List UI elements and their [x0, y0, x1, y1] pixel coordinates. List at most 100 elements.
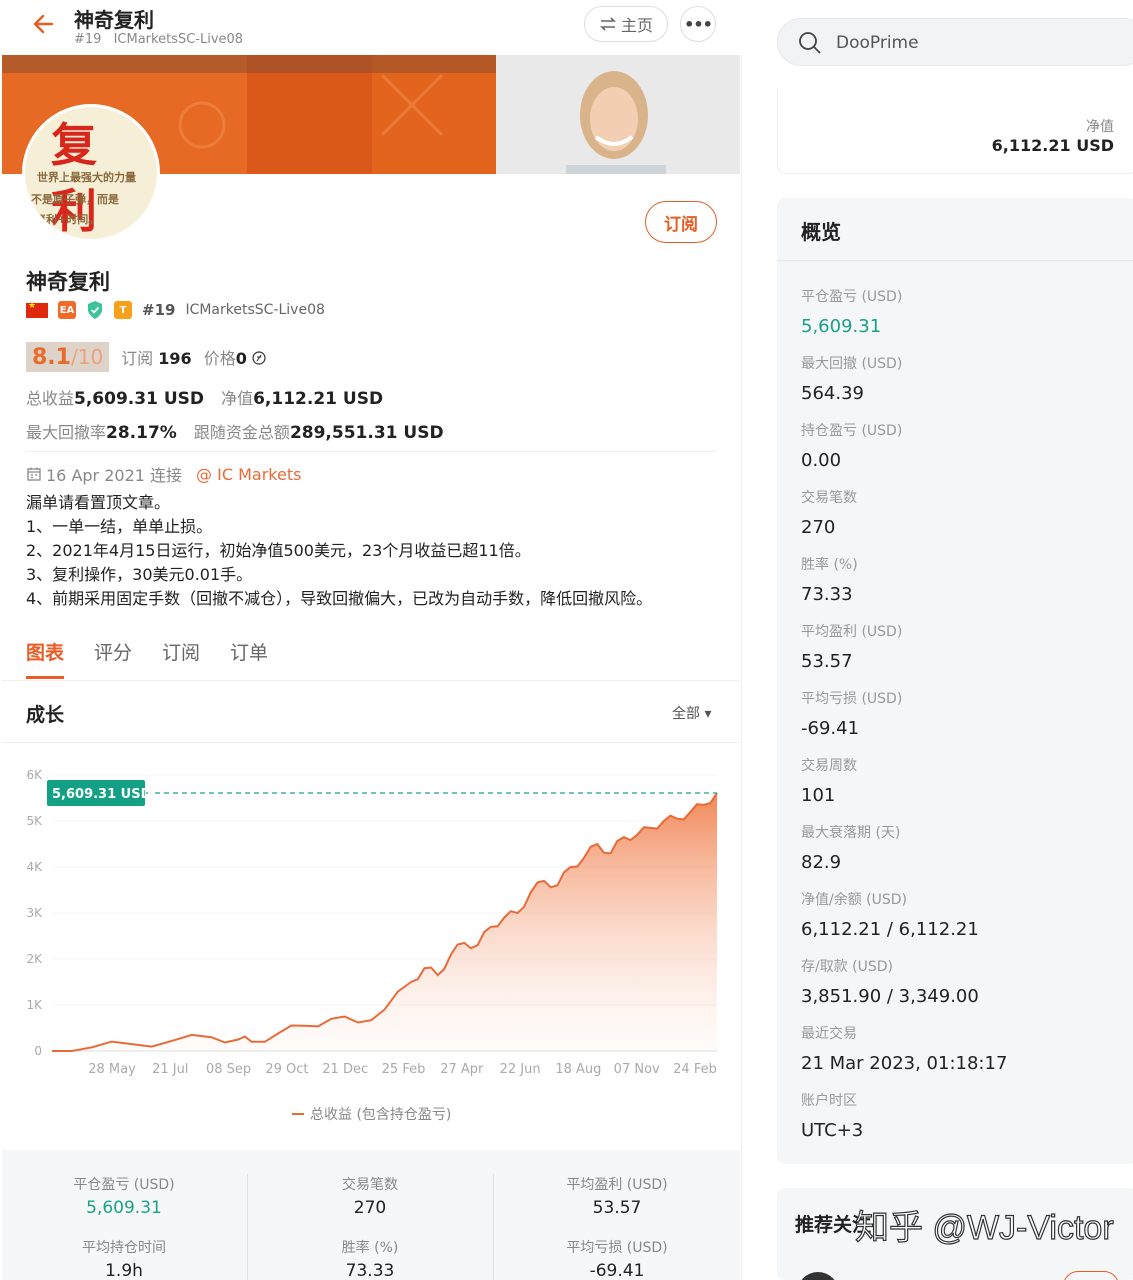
equity-card: 净值 6,112.21 USD — [777, 88, 1133, 174]
back-button[interactable] — [30, 10, 58, 38]
x-tick-label: 25 Feb — [382, 1062, 426, 1077]
tab-subscription[interactable]: 订阅 — [162, 638, 200, 665]
china-flag-icon — [26, 301, 48, 318]
overview-label: 最近交易 — [801, 1026, 857, 1042]
follow-button[interactable] — [1063, 1271, 1119, 1280]
follow-funds-value: 289,551.31 USD — [289, 423, 444, 443]
period-dropdown[interactable]: 全部 ▾ — [672, 703, 711, 723]
overview-item: 平均盈利 (USD) 53.57 — [801, 621, 902, 672]
home-label: 主页 — [620, 16, 653, 35]
overview-item: 平均亏损 (USD) -69.41 — [801, 688, 902, 739]
coin-icon — [252, 351, 266, 365]
header-rank: #19 — [74, 32, 102, 47]
active-tab-indicator — [26, 676, 64, 679]
overview-item: 净值/余额 (USD) 6,112.21 / 6,112.21 — [801, 889, 979, 940]
overview-value: 6,112.21 / 6,112.21 — [801, 919, 979, 940]
overview-label: 最大回撤 (USD) — [801, 356, 903, 372]
overview-value: 564.39 — [801, 383, 864, 404]
broker-link[interactable]: @ IC Markets — [196, 465, 301, 484]
overview-item: 最大衰落期 (天) 82.9 — [801, 822, 900, 873]
growth-title: 成长 — [26, 704, 65, 726]
page-title: 神奇复利 — [74, 8, 154, 32]
equity-value: 6,112.21 USD — [253, 389, 384, 409]
avatar-line: 世界上最强大的力量 — [37, 171, 136, 184]
summary-value: 73.33 — [345, 1261, 395, 1280]
growth-chart: 0 1K 2K 3K 4K 5K 6K 28 May 21 Jul 08 Sep 29 Oct 21… — [26, 768, 718, 1077]
header-server: ICMarketsSC-Live08 — [113, 32, 244, 47]
description-line: 3、复利操作，30美元0.01手。 — [26, 565, 253, 584]
connect-date: 16 Apr 2021 连接 — [46, 466, 183, 485]
total-profit-value: 5,609.31 USD — [74, 389, 204, 409]
overview-item: 最近交易 21 Mar 2023, 01:18:17 — [801, 1023, 1007, 1074]
home-button[interactable]: 主页 — [584, 6, 668, 42]
x-tick-label: 27 Apr — [440, 1062, 484, 1077]
profile-name: 神奇复利 — [26, 270, 110, 294]
overview-value: 82.9 — [801, 852, 842, 873]
profile-rank: #19 — [142, 301, 176, 319]
summary-label: 胜率 (%) — [341, 1240, 399, 1256]
legend-label: 总收益 (包含持仓盈亏) — [310, 1107, 452, 1123]
description-line: 2、2021年4月15日运行，初始净值500美元，23个月收益已超11倍。 — [26, 541, 531, 560]
y-tick-label: 6K — [26, 768, 43, 782]
overview-item: 持仓盈亏 (USD) 0.00 — [801, 420, 902, 471]
score-badge: 8.1 /10 — [26, 342, 110, 372]
overview-label: 净值/余额 (USD) — [801, 892, 908, 908]
subscribe-button[interactable]: 订阅 — [645, 201, 717, 243]
summary-value: 270 — [353, 1198, 387, 1218]
overview-value: UTC+3 — [801, 1120, 864, 1141]
y-tick-label: 0 — [34, 1044, 42, 1058]
overview-label: 交易笔数 — [801, 490, 857, 506]
avatar — [797, 1272, 839, 1280]
chart-legend[interactable]: 总收益 (包含持仓盈亏) — [292, 1104, 451, 1124]
equity-card-label: 净值 — [1086, 119, 1114, 135]
y-tick-label: 5K — [26, 814, 43, 828]
summary-trades: 交易笔数 270 — [270, 1174, 470, 1218]
tab-bar: 图表 评分 订阅 订单 — [26, 638, 268, 665]
tab-rating[interactable]: 评分 — [94, 638, 132, 665]
x-tick-label: 24 Feb — [673, 1062, 717, 1077]
y-axis: 0 1K 2K 3K 4K 5K 6K — [26, 768, 43, 1058]
avatar: 复利 世界上最强大的力量 不是原子弹，而是 复利+时间。 — [22, 104, 160, 242]
y-tick-label: 3K — [26, 906, 43, 920]
summary-panel: 平仓盈亏 (USD) 5,609.31 交易笔数 270 平均盈利 (USD) … — [2, 1150, 740, 1280]
overview-item: 交易周数 101 — [801, 755, 857, 806]
drawdown-funds-line: 最大回撤率28.17% 跟随资金总额289,551.31 USD — [26, 419, 444, 443]
overview-item: 平仓盈亏 (USD) 5,609.31 — [801, 286, 902, 337]
verified-shield-icon — [88, 301, 102, 319]
price-label: 价格 — [203, 349, 236, 368]
divider — [493, 1174, 494, 1280]
summary-avg-hold: 平均持仓时间 1.9h — [24, 1237, 224, 1280]
search-icon — [799, 32, 821, 54]
profile-server: ICMarketsSC-Live08 — [185, 302, 325, 318]
equity-card-value: 6,112.21 USD — [991, 136, 1114, 155]
x-tick-label: 21 Dec — [322, 1062, 368, 1077]
summary-value: 5,609.31 — [86, 1198, 162, 1218]
overview-label: 最大衰落期 (天) — [801, 825, 901, 841]
more-options-button[interactable]: ••• — [680, 6, 716, 42]
current-value-label: 5,609.31 USD — [52, 787, 152, 802]
t-badge: T — [114, 301, 132, 319]
summary-value: 53.57 — [592, 1198, 642, 1218]
summary-label: 交易笔数 — [342, 1177, 398, 1193]
summary-avg-loss: 平均亏损 (USD) -69.41 — [517, 1237, 717, 1280]
legend-swatch — [292, 1113, 304, 1115]
overview-label: 平仓盈亏 (USD) — [801, 289, 903, 305]
banner-photo — [496, 55, 740, 174]
x-tick-label: 18 Aug — [555, 1062, 601, 1077]
rating-row: 8.1 /10 订阅 196 价格0 — [26, 342, 266, 372]
current-value-tag: 5,609.31 USD — [47, 779, 152, 806]
overview-title: 概览 — [801, 220, 841, 244]
overview-item: 胜率 (%) 73.33 — [801, 554, 858, 605]
profit-equity-line: 总收益5,609.31 USD 净值6,112.21 USD — [26, 385, 383, 409]
x-tick-label: 08 Sep — [206, 1062, 251, 1077]
tab-orders[interactable]: 订单 — [230, 638, 268, 665]
tab-chart[interactable]: 图表 — [26, 638, 64, 665]
overview-item: 交易笔数 270 — [801, 487, 857, 538]
score-value: 8.1 — [32, 345, 71, 370]
divider — [2, 742, 740, 743]
description: 漏单请看置顶文章。 1、一单一结，单单止损。 2、2021年4月15日运行，初始… — [26, 491, 652, 611]
overview-label: 胜率 (%) — [801, 557, 858, 573]
summary-label: 平均亏损 (USD) — [566, 1240, 668, 1256]
y-tick-label: 4K — [26, 860, 43, 874]
search-input[interactable]: DooPrime — [777, 18, 1133, 66]
